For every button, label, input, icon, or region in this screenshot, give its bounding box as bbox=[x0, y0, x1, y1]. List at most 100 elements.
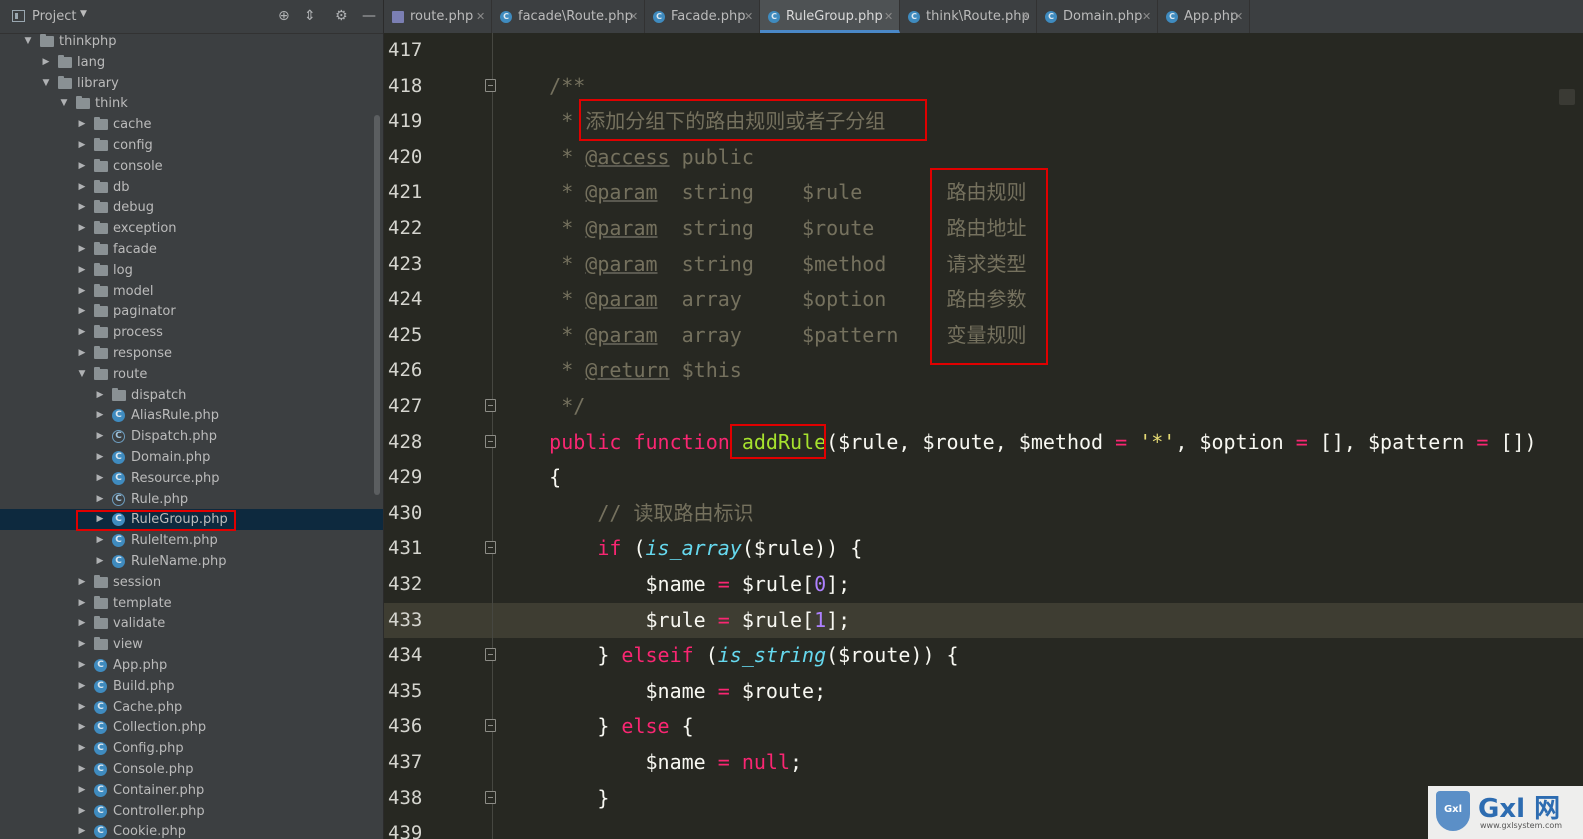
expand-arrow-right-icon[interactable]: ▶ bbox=[76, 135, 88, 156]
line-number[interactable]: 436 bbox=[388, 709, 430, 744]
tree-file-cache-php[interactable]: ▶ C Cache.php bbox=[0, 697, 383, 718]
expand-arrow-right-icon[interactable]: ▶ bbox=[76, 572, 88, 593]
code-line[interactable]: 419 * 添加分组下的路由规则或者子分组 bbox=[384, 104, 1583, 139]
close-icon[interactable]: ✕ bbox=[476, 0, 485, 34]
code-line[interactable]: 423 * @param string $method 请求类型 bbox=[384, 247, 1583, 282]
tree-folder-view[interactable]: ▶ view bbox=[0, 634, 383, 655]
code-line[interactable]: 417 bbox=[384, 33, 1583, 68]
expand-arrow-right-icon[interactable]: ▶ bbox=[76, 156, 88, 177]
expand-arrow-right-icon[interactable]: ▶ bbox=[76, 177, 88, 198]
line-number[interactable]: 419 bbox=[388, 104, 430, 139]
code-line[interactable]: 435 $name = $route; bbox=[384, 674, 1583, 709]
expand-arrow-right-icon[interactable]: ▶ bbox=[76, 322, 88, 343]
tab-rulegroup-php[interactable]: C RuleGroup.php ✕ bbox=[760, 0, 900, 33]
tree-folder-paginator[interactable]: ▶ paginator bbox=[0, 301, 383, 322]
close-icon[interactable]: ✕ bbox=[884, 0, 893, 34]
tree-folder-config[interactable]: ▶ config bbox=[0, 135, 383, 156]
tree-folder-response[interactable]: ▶ response bbox=[0, 343, 383, 364]
tree-folder-session[interactable]: ▶ session bbox=[0, 572, 383, 593]
code-line[interactable]: 421 * @param string $rule 路由规则 bbox=[384, 175, 1583, 210]
sidebar-scrollbar[interactable] bbox=[374, 115, 380, 495]
tree-folder-template[interactable]: ▶ template bbox=[0, 593, 383, 614]
line-number[interactable]: 423 bbox=[388, 247, 430, 282]
tree-file-rulename-php[interactable]: ▶ C RuleName.php bbox=[0, 551, 383, 572]
tree-folder-dispatch[interactable]: ▶ dispatch bbox=[0, 385, 383, 406]
code-line[interactable]: 437 $name = null; bbox=[384, 745, 1583, 780]
expand-arrow-right-icon[interactable]: ▶ bbox=[76, 114, 88, 135]
code-line[interactable]: 434 } elseif (is_string($route)) { bbox=[384, 638, 1583, 673]
locate-icon[interactable]: ⊕ bbox=[278, 8, 290, 24]
tree-folder-facade[interactable]: ▶ facade bbox=[0, 239, 383, 260]
expand-arrow-right-icon[interactable]: ▶ bbox=[94, 468, 106, 489]
expand-arrow-down-icon[interactable]: ▼ bbox=[76, 364, 88, 385]
tree-file-aliasrule-php[interactable]: ▶ C AliasRule.php bbox=[0, 405, 383, 426]
expand-arrow-right-icon[interactable]: ▶ bbox=[76, 780, 88, 801]
project-view-label[interactable]: Project bbox=[32, 9, 76, 24]
tree-file-config-php[interactable]: ▶ C Config.php bbox=[0, 738, 383, 759]
line-number[interactable]: 421 bbox=[388, 175, 430, 210]
tree-folder-console[interactable]: ▶ console bbox=[0, 156, 383, 177]
tree-folder-validate[interactable]: ▶ validate bbox=[0, 613, 383, 634]
fold-marker-icon[interactable] bbox=[485, 790, 496, 804]
tree-folder-think[interactable]: ▼ think bbox=[0, 93, 383, 114]
expand-arrow-right-icon[interactable]: ▶ bbox=[76, 738, 88, 759]
expand-arrow-right-icon[interactable]: ▶ bbox=[76, 281, 88, 302]
expand-arrow-right-icon[interactable]: ▶ bbox=[76, 801, 88, 822]
code-line[interactable]: 422 * @param string $route 路由地址 bbox=[384, 211, 1583, 246]
expand-arrow-right-icon[interactable]: ▶ bbox=[94, 405, 106, 426]
line-number[interactable]: 438 bbox=[388, 781, 430, 816]
expand-arrow-right-icon[interactable]: ▶ bbox=[76, 260, 88, 281]
expand-arrow-right-icon[interactable]: ▶ bbox=[94, 447, 106, 468]
code-line[interactable]: 426 * @return $this bbox=[384, 353, 1583, 388]
tree-file-rulegroup-php[interactable]: ▶ C RuleGroup.php bbox=[0, 509, 383, 531]
tree-file-rule-php[interactable]: ▶ C Rule.php bbox=[0, 489, 383, 510]
close-icon[interactable]: ✕ bbox=[744, 0, 753, 34]
fold-marker-icon[interactable] bbox=[485, 541, 496, 555]
expand-arrow-right-icon[interactable]: ▶ bbox=[76, 634, 88, 655]
expand-arrow-right-icon[interactable]: ▶ bbox=[76, 676, 88, 697]
expand-arrow-right-icon[interactable]: ▶ bbox=[76, 717, 88, 738]
expand-arrow-right-icon[interactable]: ▶ bbox=[40, 52, 52, 73]
line-number[interactable]: 420 bbox=[388, 140, 430, 175]
expand-arrow-right-icon[interactable]: ▶ bbox=[76, 197, 88, 218]
line-number[interactable]: 428 bbox=[388, 425, 430, 460]
fold-marker-icon[interactable] bbox=[485, 434, 496, 448]
close-icon[interactable]: ✕ bbox=[1142, 0, 1151, 34]
tree-file-controller-php[interactable]: ▶ C Controller.php bbox=[0, 801, 383, 822]
tab-facade-php[interactable]: C Facade.php ✕ bbox=[645, 0, 760, 33]
tree-file-resource-php[interactable]: ▶ C Resource.php bbox=[0, 468, 383, 489]
tree-folder-cache[interactable]: ▶ cache bbox=[0, 114, 383, 135]
tree-folder-route[interactable]: ▼ route bbox=[0, 364, 383, 385]
expand-arrow-down-icon[interactable]: ▼ bbox=[22, 31, 34, 52]
expand-arrow-right-icon[interactable]: ▶ bbox=[76, 613, 88, 634]
line-number[interactable]: 424 bbox=[388, 282, 430, 317]
line-number[interactable]: 431 bbox=[388, 531, 430, 566]
tree-file-cookie-php[interactable]: ▶ C Cookie.php bbox=[0, 821, 383, 839]
tree-file-dispatch-php[interactable]: ▶ C Dispatch.php bbox=[0, 426, 383, 447]
code-line[interactable]: 428 public function addRule($rule, $rout… bbox=[384, 425, 1583, 460]
close-icon[interactable]: ✕ bbox=[1021, 0, 1030, 34]
tree-folder-db[interactable]: ▶ db bbox=[0, 177, 383, 198]
expand-arrow-right-icon[interactable]: ▶ bbox=[94, 530, 106, 551]
hide-icon[interactable]: — bbox=[362, 8, 376, 24]
code-line[interactable]: 427 */ bbox=[384, 389, 1583, 424]
expand-arrow-right-icon[interactable]: ▶ bbox=[76, 218, 88, 239]
inspection-indicator-icon[interactable] bbox=[1559, 89, 1575, 105]
fold-marker-icon[interactable] bbox=[485, 78, 496, 92]
tree-file-ruleitem-php[interactable]: ▶ C RuleItem.php bbox=[0, 530, 383, 551]
line-number[interactable]: 427 bbox=[388, 389, 430, 424]
tree-file-container-php[interactable]: ▶ C Container.php bbox=[0, 780, 383, 801]
tab-think-route-php[interactable]: Cthink\Route.php ✕ bbox=[900, 0, 1037, 33]
fold-marker-icon[interactable] bbox=[485, 648, 496, 662]
line-number[interactable]: 432 bbox=[388, 567, 430, 602]
expand-arrow-right-icon[interactable]: ▶ bbox=[94, 509, 106, 530]
line-number[interactable]: 418 bbox=[388, 69, 430, 104]
expand-arrow-down-icon[interactable]: ▼ bbox=[58, 93, 70, 114]
collapse-all-icon[interactable]: ⇕ bbox=[304, 8, 316, 24]
tab-facade-route-php[interactable]: Cfacade\Route.php ✕ bbox=[492, 0, 645, 33]
expand-arrow-right-icon[interactable]: ▶ bbox=[94, 489, 106, 510]
code-line[interactable]: 439 bbox=[384, 816, 1583, 839]
expand-arrow-right-icon[interactable]: ▶ bbox=[76, 655, 88, 676]
line-number[interactable]: 429 bbox=[388, 460, 430, 495]
expand-arrow-right-icon[interactable]: ▶ bbox=[76, 301, 88, 322]
